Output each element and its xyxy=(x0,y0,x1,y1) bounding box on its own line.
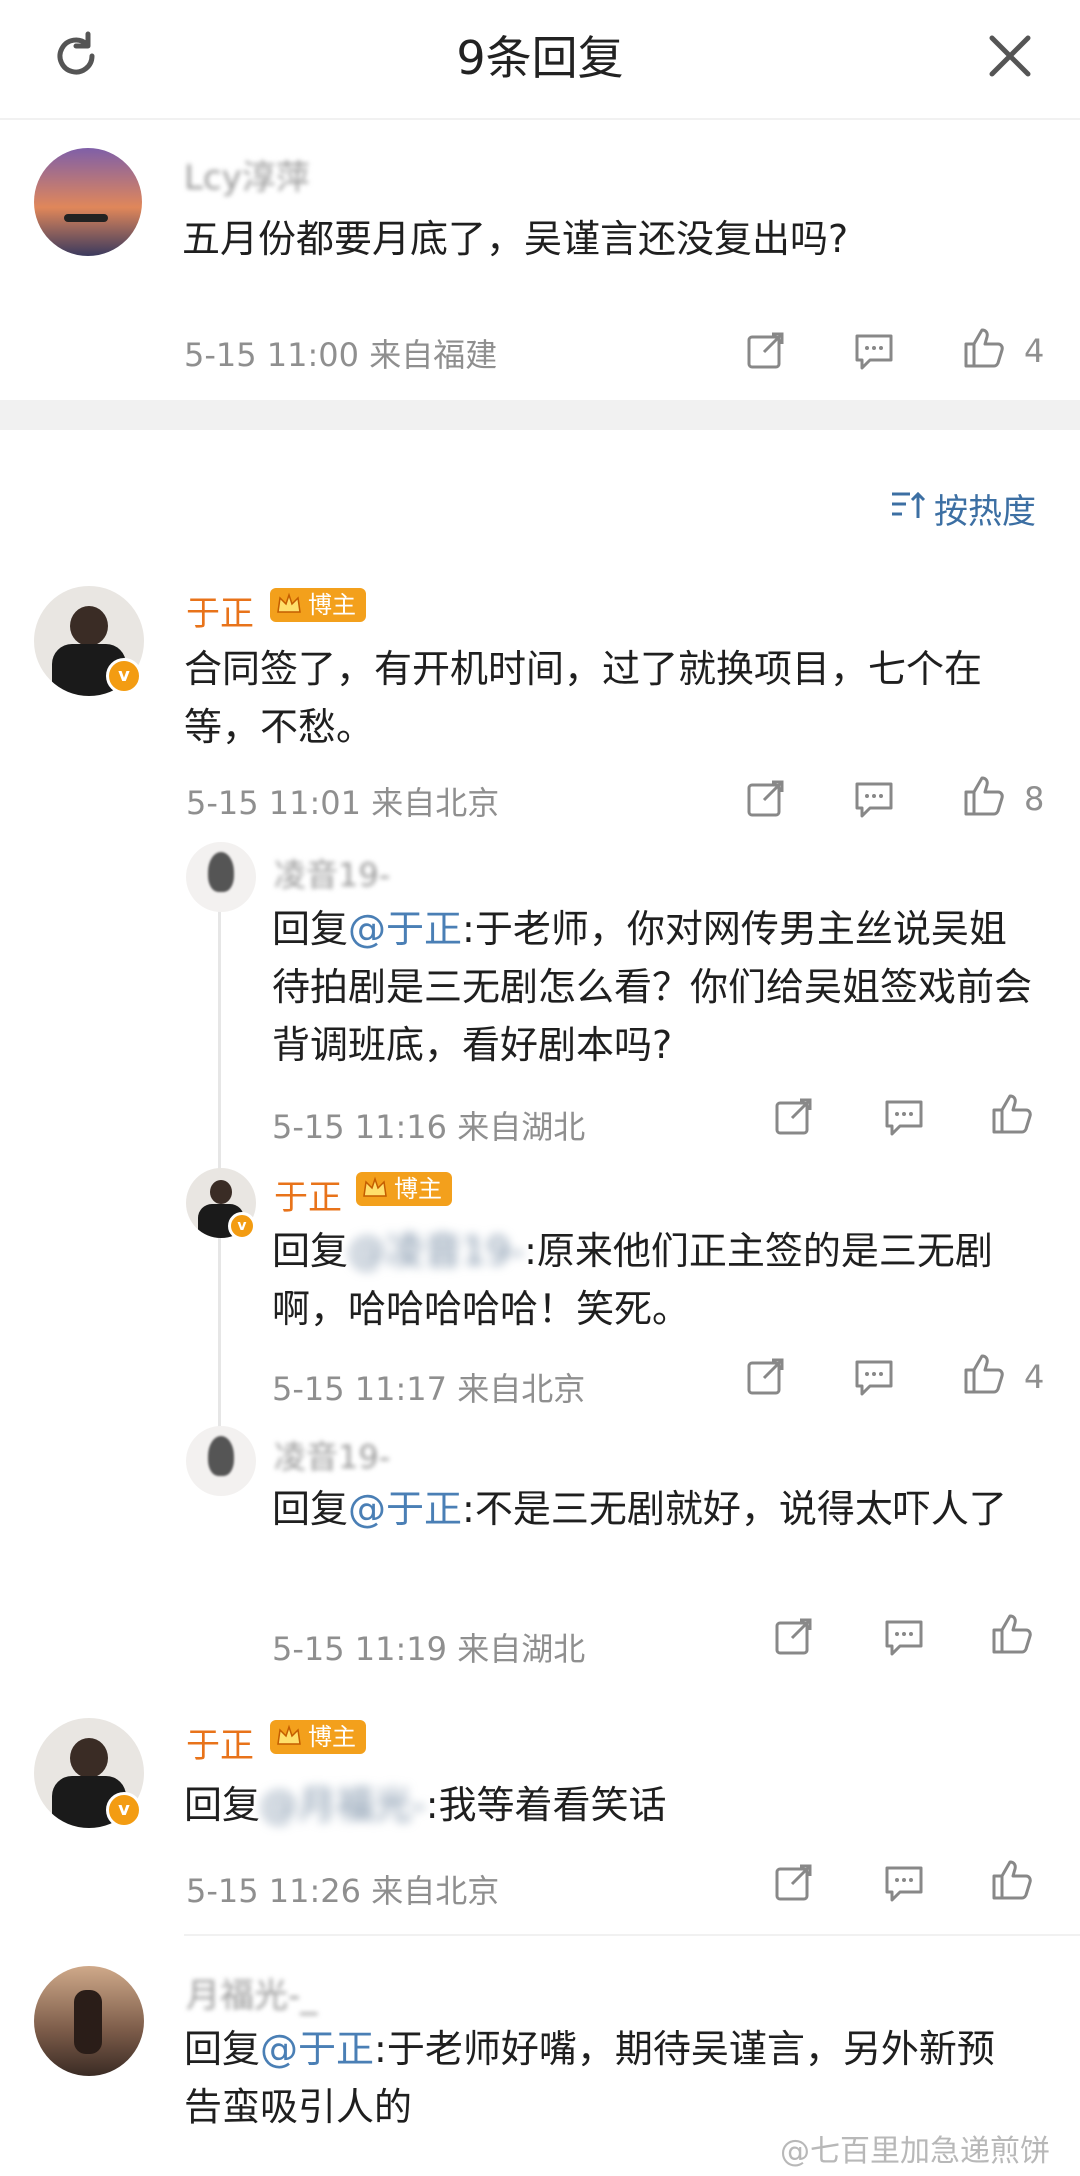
share-icon[interactable] xyxy=(774,1616,814,1656)
verified-icon: v xyxy=(106,1792,142,1828)
comment-icon[interactable] xyxy=(854,1358,894,1398)
avatar[interactable] xyxy=(186,842,256,912)
close-icon[interactable] xyxy=(984,30,1036,82)
comment-author[interactable]: 月福光-_ xyxy=(186,1968,317,2017)
like-icon[interactable] xyxy=(962,1352,1006,1396)
mention-link[interactable]: @月福光- xyxy=(260,1783,426,1827)
comment-author[interactable]: 于正 xyxy=(186,586,254,635)
comment-meta: 5-15 11:01 来自北京 xyxy=(186,784,500,822)
reply-prefix: 回复 xyxy=(184,2027,261,2071)
watermark: @七百里加急递煎饼 xyxy=(780,2134,1050,2169)
reply-body: :不是三无剧就好，说得太吓人了 xyxy=(462,1487,1007,1531)
blogger-badge: 博主 xyxy=(270,1720,366,1754)
like-icon[interactable] xyxy=(990,1092,1034,1136)
crown-icon xyxy=(277,1724,301,1745)
share-icon[interactable] xyxy=(746,1356,786,1396)
section-divider xyxy=(0,400,1080,430)
comment-icon[interactable] xyxy=(884,1864,924,1904)
blogger-badge: 博主 xyxy=(270,588,366,622)
sort-toggle[interactable]: 按热度 xyxy=(934,484,1036,533)
row-divider xyxy=(184,1934,1080,1936)
comment-text: 回复@月福光-:我等着看笑话 xyxy=(184,1776,1024,1834)
comment-text: 回复@于正:于老师，你对网传男主丝说吴姐待拍剧是三无剧怎么看？你们给吴姐签戏前会… xyxy=(272,900,1032,1074)
reply-prefix: 回复 xyxy=(272,1487,349,1531)
share-icon[interactable] xyxy=(774,1096,814,1136)
badge-label: 博主 xyxy=(394,1175,442,1203)
comment-meta: 5-15 11:16 来自湖北 xyxy=(272,1108,586,1146)
reply-prefix: 回复 xyxy=(272,907,349,951)
comment-meta: 5-15 11:19 来自湖北 xyxy=(272,1630,586,1668)
comment-meta: 5-15 11:26 来自北京 xyxy=(186,1872,500,1910)
comment-icon[interactable] xyxy=(854,780,894,820)
mention-link[interactable]: @凌音19- xyxy=(348,1229,524,1273)
comment-icon[interactable] xyxy=(854,332,894,372)
like-icon[interactable] xyxy=(990,1612,1034,1656)
reply-prefix: 回复 xyxy=(272,1229,349,1273)
mention-link[interactable]: @于正 xyxy=(260,2027,374,2071)
like-count: 8 xyxy=(1024,780,1045,818)
comment-author[interactable]: 于正 xyxy=(274,1170,342,1219)
header-divider xyxy=(0,118,1080,120)
reply-body: :我等着看笑话 xyxy=(425,1783,667,1827)
share-icon[interactable] xyxy=(746,778,786,818)
comment-icon[interactable] xyxy=(884,1098,924,1138)
badge-label: 博主 xyxy=(308,591,356,619)
mention-link[interactable]: @于正 xyxy=(348,907,462,951)
comment-icon[interactable] xyxy=(884,1618,924,1658)
header-bar: 9条回复 xyxy=(0,0,1080,118)
comment-author[interactable]: 凌音19- xyxy=(274,850,390,896)
crown-icon xyxy=(277,592,301,613)
like-count: 4 xyxy=(1024,332,1045,370)
blogger-badge: 博主 xyxy=(356,1172,452,1206)
comment-author[interactable]: Lcy淳萍 xyxy=(184,150,310,199)
comment-text: 合同签了，有开机时间，过了就换项目，七个在等，不愁。 xyxy=(184,647,983,749)
mention-link[interactable]: @于正 xyxy=(348,1487,462,1531)
comment-text: 五月份都要月底了，吴谨言还没复出吗? xyxy=(182,217,849,261)
comment-meta: 5-15 11:17 来自北京 xyxy=(272,1370,586,1408)
share-icon[interactable] xyxy=(746,330,786,370)
badge-label: 博主 xyxy=(308,1723,356,1751)
share-icon[interactable] xyxy=(774,1862,814,1902)
like-icon[interactable] xyxy=(990,1858,1034,1902)
comment-meta: 5-15 11:00 来自福建 xyxy=(184,336,498,374)
comment-text: 回复@于正:不是三无剧就好，说得太吓人了 xyxy=(272,1480,1032,1538)
like-count: 4 xyxy=(1024,1358,1045,1396)
reply-prefix: 回复 xyxy=(184,1783,261,1827)
crown-icon xyxy=(363,1176,387,1197)
comment-text: 回复@凌音19-:原来他们正主签的是三无剧啊，哈哈哈哈哈！笑死。 xyxy=(272,1222,1032,1338)
sort-icon[interactable] xyxy=(890,488,926,524)
comment-author[interactable]: 凌音19- xyxy=(274,1432,390,1478)
comment-text: 回复@于正:于老师好嘴，期待吴谨言，另外新预告蛮吸引人的 xyxy=(184,2020,1024,2136)
page-title: 9条回复 xyxy=(456,31,624,85)
like-icon[interactable] xyxy=(962,774,1006,818)
avatar[interactable] xyxy=(34,148,142,256)
verified-icon: v xyxy=(106,658,142,694)
verified-icon: v xyxy=(228,1212,256,1240)
avatar[interactable] xyxy=(186,1426,256,1496)
like-icon[interactable] xyxy=(962,326,1006,370)
avatar[interactable] xyxy=(34,1966,144,2076)
comment-author[interactable]: 于正 xyxy=(186,1718,254,1767)
